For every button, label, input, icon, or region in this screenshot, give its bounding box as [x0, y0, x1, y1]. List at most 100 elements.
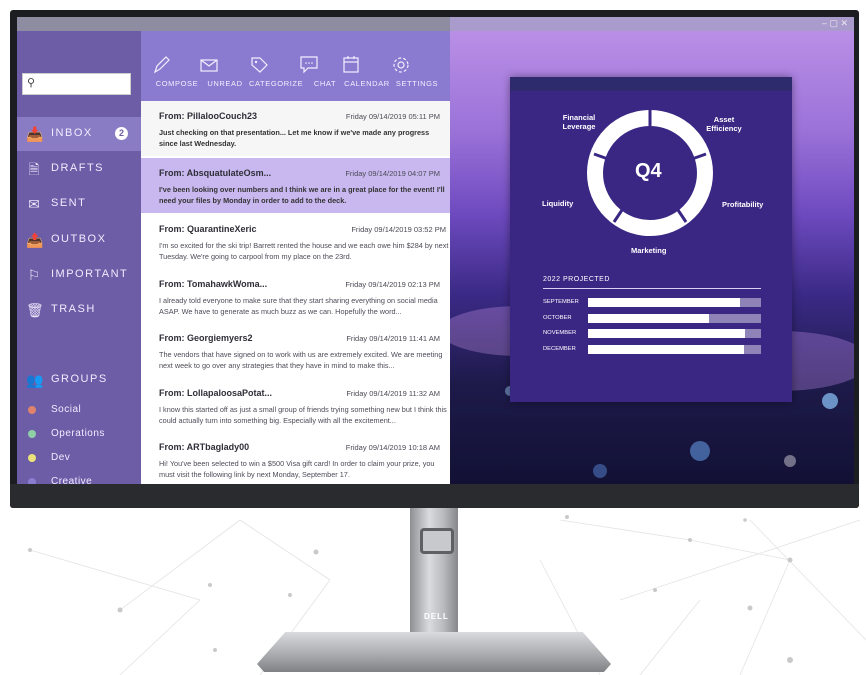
brand-logo: DELL	[424, 612, 449, 621]
compose-button[interactable]: COMPOSE	[151, 53, 203, 88]
sidebar-item-label: IMPORTANT	[51, 268, 129, 280]
projected-title: 2022 PROJECTED	[543, 276, 610, 283]
bar-fill	[588, 298, 741, 307]
email-sender: From: PillalooCouch23	[159, 111, 258, 121]
bar-track	[588, 314, 761, 323]
marketing-label: Marketing	[631, 246, 667, 255]
bar-month-label: SEPTEMBER	[543, 299, 579, 305]
unread-button[interactable]: UNREAD	[199, 53, 251, 88]
group-color-dot	[28, 406, 36, 414]
drafts-icon: 🗎	[28, 161, 40, 177]
envelope-icon	[200, 59, 218, 72]
email-row[interactable]: From: LollapaloosaPotat... Friday 09/14/…	[141, 378, 450, 433]
email-date: Friday 09/14/2019 11:32 AM	[346, 389, 440, 398]
sidebar-item-label: DRAFTS	[51, 162, 104, 174]
email-date: Friday 09/14/2019 03:52 PM	[351, 225, 446, 234]
bar-track	[588, 345, 761, 354]
group-label: Creative	[51, 476, 93, 484]
email-row[interactable]: From: TomahawkWoma... Friday 09/14/2019 …	[141, 269, 450, 324]
bar-month-label: NOVEMBER	[543, 330, 577, 336]
trash-icon: 🗑	[26, 302, 44, 318]
pencil-icon	[153, 56, 170, 74]
group-item-dev[interactable]: Dev	[17, 449, 141, 469]
group-item-social[interactable]: Social	[17, 401, 141, 421]
email-preview: The vendors that have signed on to work …	[159, 350, 443, 370]
liquidity-label: Liquidity	[542, 199, 574, 208]
financial-leverage-label: Financial Leverage	[562, 113, 596, 131]
mail-toolbar: COMPOSE UNREAD CATEGORIZE CHAT CALENDAR …	[141, 31, 450, 101]
settings-label: SETTINGS	[395, 79, 439, 88]
chat-bubble-icon	[300, 56, 318, 74]
email-preview: Just checking on that presentation... Le…	[159, 128, 430, 148]
flag-icon: ⚐	[27, 267, 41, 283]
email-row[interactable]: From: ARTbaglady00 Friday 09/14/2019 10:…	[141, 432, 450, 484]
search-icon: ⚲	[27, 77, 36, 89]
email-preview: I'm so excited for the ski trip! Barrett…	[159, 241, 449, 261]
sidebar-item-outbox[interactable]: 📤 OUTBOX	[17, 223, 141, 257]
email-date: Friday 09/14/2019 11:41 AM	[346, 334, 440, 343]
calendar-icon	[343, 56, 359, 73]
categorize-label: CATEGORIZE	[249, 79, 304, 88]
email-preview: I know this started off as just a small …	[159, 405, 447, 425]
profitability-label: Profitability	[722, 200, 764, 209]
sidebar-item-trash[interactable]: 🗑 TRASH	[17, 293, 141, 327]
email-date: Friday 09/14/2019 02:13 PM	[345, 280, 440, 289]
sidebar-item-important[interactable]: ⚐ IMPORTANT	[17, 258, 141, 292]
compose-label: COMPOSE	[155, 79, 199, 88]
email-sender: From: ARTbaglady00	[159, 442, 250, 452]
email-date: Friday 09/14/2019 05:11 PM	[345, 112, 440, 121]
email-sender: From: QuarantineXeric	[159, 224, 257, 234]
projection-bar-november: NOVEMBER	[543, 329, 763, 339]
bar-track	[588, 298, 761, 307]
projection-bar-october: OCTOBER	[543, 314, 763, 324]
group-item-operations[interactable]: Operations	[17, 425, 141, 445]
email-preview: I've been looking over numbers and I thi…	[159, 185, 445, 205]
group-color-dot	[28, 454, 36, 462]
q4-dashboard-panel: Q4 Financial Leverage Asset Efficiency L…	[510, 77, 792, 402]
sidebar-item-label: SENT	[51, 197, 87, 209]
sidebar-item-label: INBOX	[51, 127, 93, 139]
unread-label: UNREAD	[207, 79, 243, 88]
outbox-icon: 📤	[26, 232, 44, 248]
settings-button[interactable]: SETTINGS	[391, 53, 443, 88]
group-item-creative[interactable]: Creative	[17, 473, 141, 484]
email-sender: From: TomahawkWoma...	[159, 279, 268, 289]
cable-management-hole	[420, 528, 454, 554]
email-date: Friday 09/14/2019 10:18 AM	[345, 443, 440, 452]
sidebar-item-sent[interactable]: ✉ SENT	[17, 187, 141, 221]
projection-bar-september: SEPTEMBER	[543, 298, 763, 308]
sidebar-item-inbox[interactable]: 📥 INBOX 2	[17, 117, 141, 151]
email-row[interactable]: From: QuarantineXeric Friday 09/14/2019 …	[141, 214, 450, 269]
desktop-window-controls[interactable]: – ▢ ✕	[822, 18, 848, 29]
sent-icon: ✉	[28, 196, 40, 212]
email-row[interactable]: From: PillalooCouch23 Friday 09/14/2019 …	[141, 101, 450, 156]
unread-count-badge: 2	[115, 127, 128, 140]
monitor-stand-base	[257, 632, 611, 672]
email-preview: Hi! You've been selected to win a $500 V…	[159, 459, 435, 479]
categorize-button[interactable]: CATEGORIZE	[249, 53, 304, 88]
bar-fill	[588, 329, 746, 338]
email-list: From: PillalooCouch23 Friday 09/14/2019 …	[141, 101, 450, 484]
email-sender: From: LollapaloosaPotat...	[159, 388, 273, 398]
tag-icon	[251, 57, 268, 73]
desktop-window-titlebar: – ▢ ✕	[450, 17, 854, 31]
bar-month-label: DECEMBER	[543, 346, 576, 352]
asset-efficiency-label: Asset Efficiency	[706, 115, 742, 133]
email-preview: I already told everyone to make sure tha…	[159, 296, 438, 316]
group-label: Dev	[51, 452, 71, 463]
mail-sidebar: ⚲ 📥 INBOX 2 🗎 DRAFTS ✉ SENT 📤 OUTBOX ⚐ I…	[17, 31, 141, 484]
inbox-icon: 📥	[26, 126, 44, 142]
sidebar-item-drafts[interactable]: 🗎 DRAFTS	[17, 152, 141, 186]
email-row[interactable]: From: Georgiemyers2 Friday 09/14/2019 11…	[141, 323, 450, 378]
search-input[interactable]: ⚲	[22, 73, 131, 95]
monitor-chin	[10, 484, 859, 508]
group-label: Social	[51, 404, 82, 415]
email-row-selected[interactable]: From: AbsquatulateOsm... Friday 09/14/20…	[141, 158, 450, 213]
calendar-button[interactable]: CALENDAR	[341, 53, 393, 88]
q4-center-label: Q4	[635, 160, 662, 182]
email-date: Friday 09/14/2019 04:07 PM	[345, 169, 440, 178]
groups-label: GROUPS	[51, 373, 108, 385]
email-sender: From: Georgiemyers2	[159, 333, 253, 343]
groups-header[interactable]: 👥 GROUPS	[17, 363, 141, 397]
bar-month-label: OCTOBER	[543, 315, 572, 321]
